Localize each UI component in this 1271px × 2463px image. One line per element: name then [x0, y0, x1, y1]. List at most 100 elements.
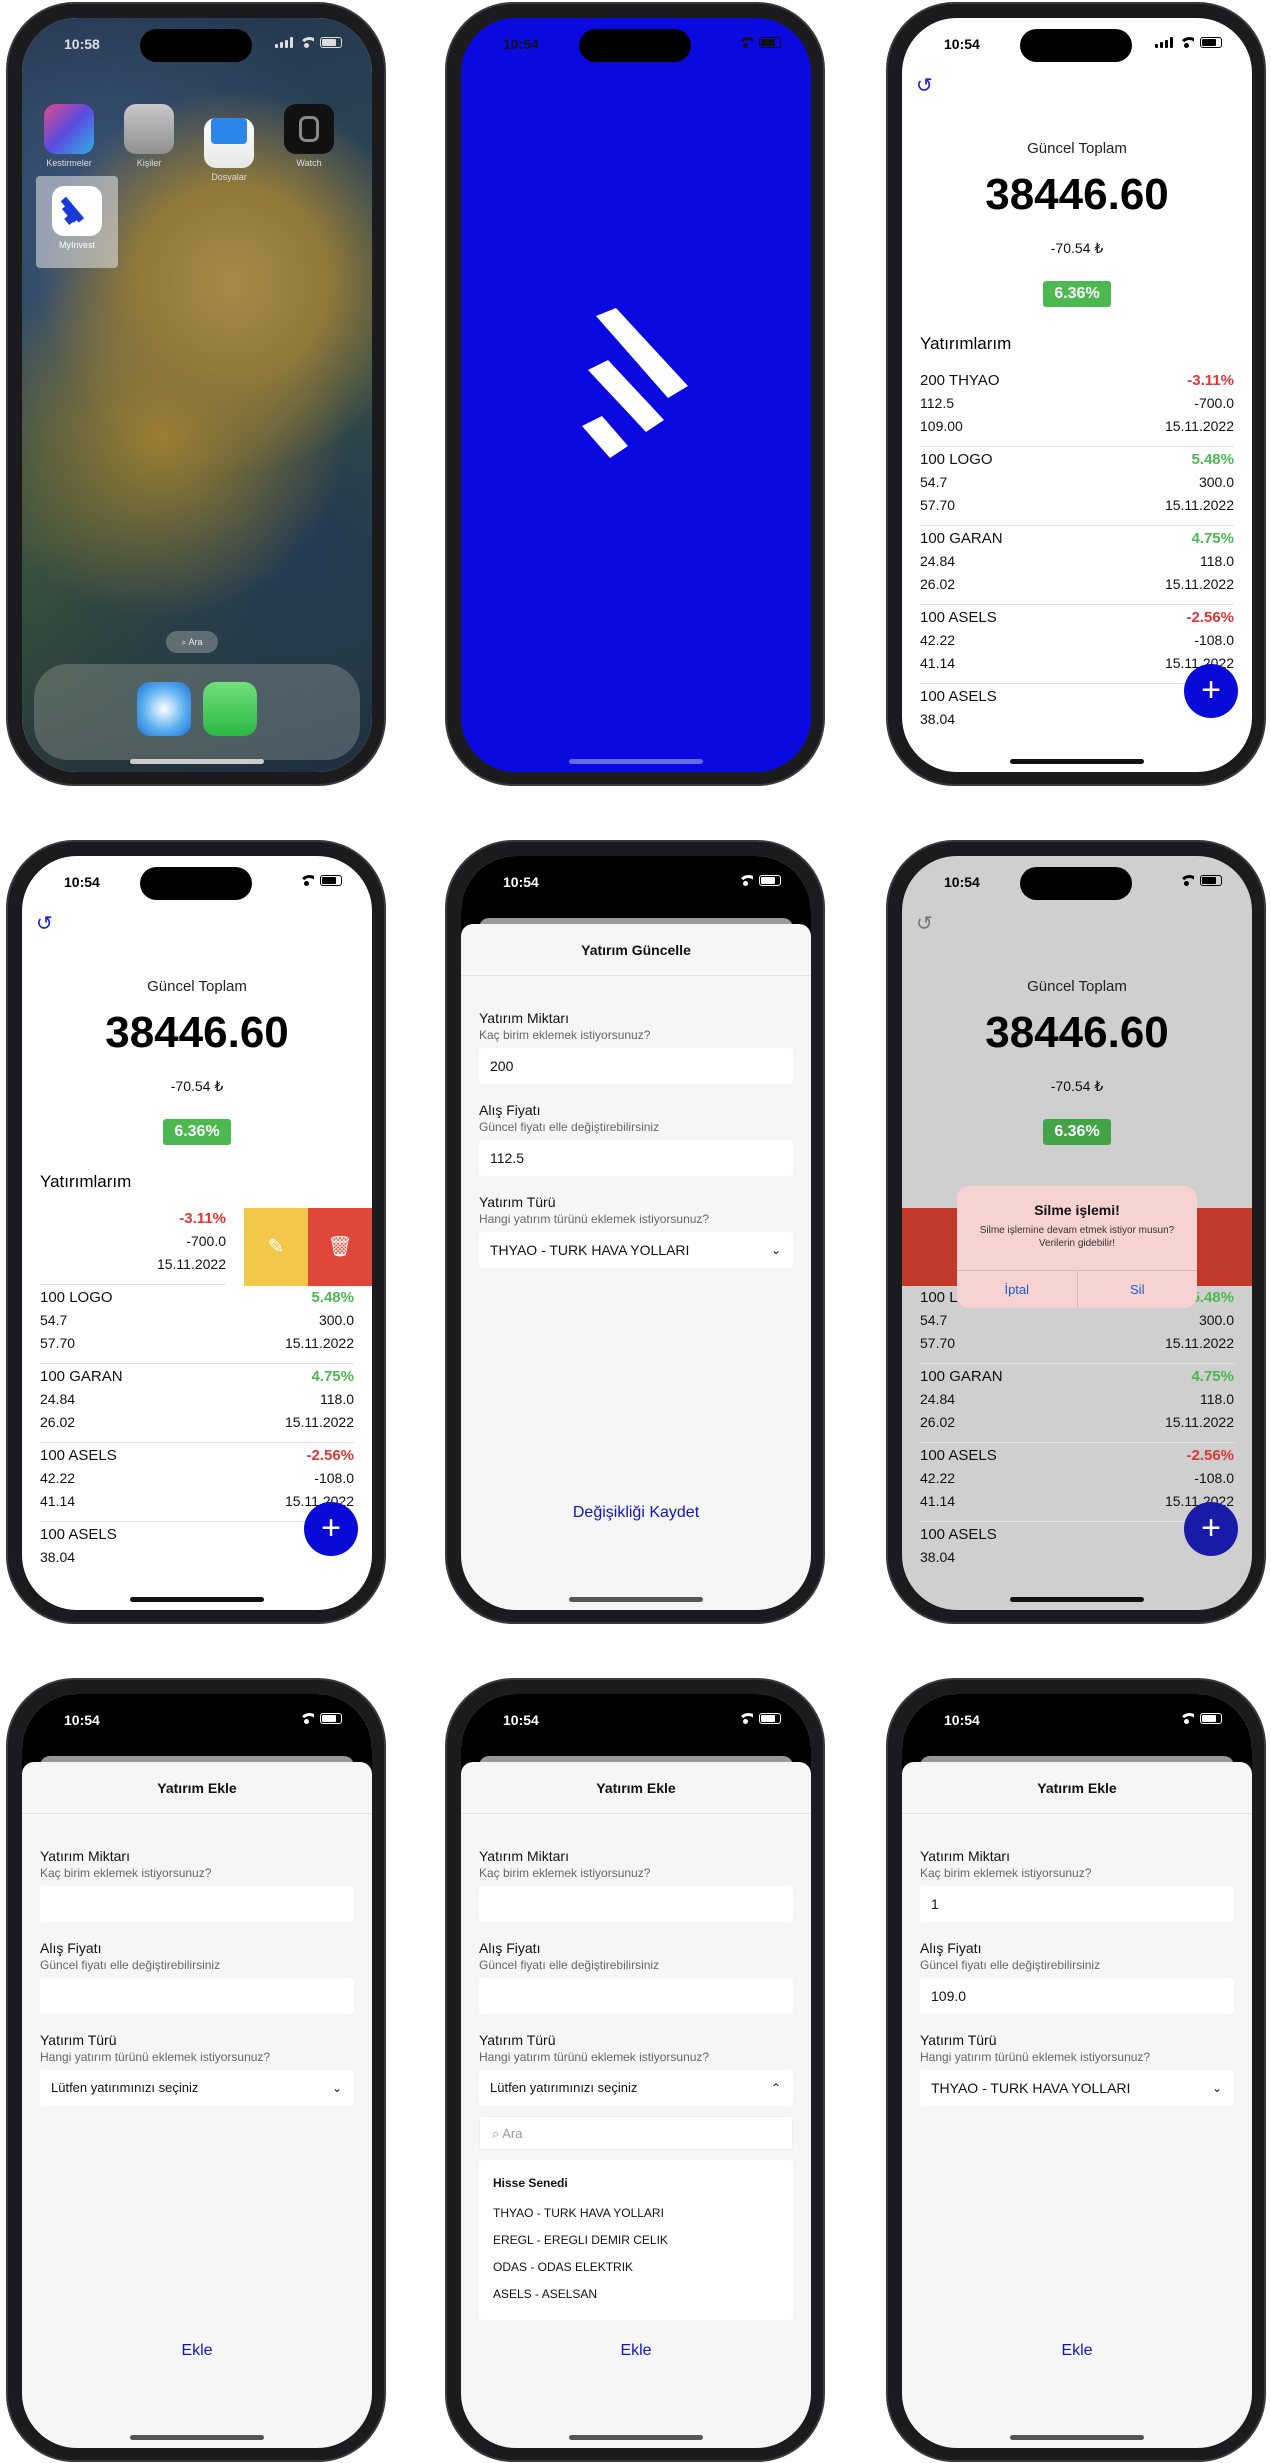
alert-delete-button[interactable]: Sil — [1076, 1271, 1198, 1308]
price-label: Alış Fiyatı — [40, 1940, 102, 1956]
price-label: Alış Fiyatı — [479, 1940, 541, 1956]
add-button[interactable]: Ekle — [22, 2342, 372, 2360]
price-input[interactable]: 112.5 — [479, 1140, 793, 1176]
battery-icon — [320, 37, 342, 48]
home-search-pill[interactable]: ⌕ Ara — [166, 631, 218, 653]
qty-input[interactable]: 1 — [920, 1886, 1234, 1922]
portfolio-percent-badge: 6.36% — [163, 1119, 231, 1145]
home-indicator — [569, 2435, 703, 2440]
delete-action-button[interactable]: 🗑 — [308, 1208, 372, 1286]
dynamic-island — [1020, 29, 1132, 62]
add-button[interactable]: Ekle — [461, 2342, 811, 2360]
dock — [34, 664, 360, 760]
status-time: 10:54 — [503, 36, 539, 52]
app-myinvest[interactable]: MyInvest — [47, 186, 107, 250]
update-investment-screen: 10:54 Yatırım Güncelle Yatırım Miktarı K… — [461, 856, 811, 1610]
app-shortcuts[interactable]: Kestirmeler — [39, 104, 99, 168]
alert-cancel-button[interactable]: İptal — [957, 1271, 1077, 1308]
myinvest-logo-icon — [582, 308, 688, 458]
wifi-icon — [299, 37, 314, 48]
investment-row-swiped[interactable]: -3.11% -700.0 15.11.2022 — [40, 1206, 226, 1285]
update-sheet: Yatırım Güncelle Yatırım Miktarı Kaç bir… — [461, 924, 811, 1610]
portfolio-percent-badge: 6.36% — [1043, 1119, 1111, 1145]
wifi-icon — [1179, 875, 1194, 886]
portfolio-delta: -70.54 ₺ — [1050, 240, 1104, 256]
trash-icon: 🗑 — [327, 1236, 353, 1258]
save-changes-button[interactable]: Değişikliği Kaydet — [461, 1504, 811, 1522]
edit-action-button[interactable]: ✎ — [244, 1208, 308, 1286]
wifi-icon — [299, 1713, 314, 1724]
portfolio-title: Güncel Toplam — [147, 978, 247, 995]
option-item[interactable]: ASELS - ASELSAN — [493, 2287, 779, 2314]
portfolio-title: Güncel Toplam — [1027, 978, 1127, 995]
myinvest-icon — [52, 186, 102, 236]
splash-screen: 10:54 — [461, 18, 811, 772]
app-contacts[interactable]: Kişiler — [119, 104, 179, 168]
alert-message: Silme işlemine devam etmek istiyor musun… — [979, 1225, 1175, 1249]
app-files[interactable]: Dosyalar — [199, 104, 259, 182]
price-input[interactable] — [479, 1978, 793, 2014]
dynamic-island — [579, 1705, 691, 1738]
investment-row[interactable]: 100 LOGO5.48%54.7300.057.7015.11.2022 — [920, 447, 1234, 526]
portfolio-total: 38446.60 — [105, 1008, 289, 1057]
option-item[interactable]: THYAO - TURK HAVA YOLLARI — [493, 2206, 779, 2233]
type-select[interactable]: THYAO - TURK HAVA YOLLARI ⌄ — [920, 2070, 1234, 2106]
edit-icon: ✎ — [267, 1236, 285, 1258]
type-select[interactable]: Lütfen yatırımınızı seçiniz ⌄ — [40, 2070, 354, 2106]
qty-hint: Kaç birim eklemek istiyorsunuz? — [479, 1028, 651, 1042]
messages-icon[interactable] — [203, 682, 257, 736]
refresh-icon[interactable]: ↺ — [36, 914, 56, 934]
sheet-title: Yatırım Ekle — [22, 1762, 372, 1814]
wifi-icon — [738, 1713, 753, 1724]
price-input[interactable] — [40, 1978, 354, 2014]
home-screen: 10:58 Kestirmeler Kişiler Dosyalar Watch… — [22, 18, 372, 772]
add-investment-dropdown-screen: 10:54 Yatırım Ekle Yatırım Miktarı Kaç b… — [461, 1694, 811, 2448]
home-indicator — [1010, 759, 1144, 764]
app-watch[interactable]: Watch — [279, 104, 339, 168]
add-investment-button[interactable]: + — [1184, 1502, 1238, 1556]
phone-frame-splash: 10:54 — [445, 2, 825, 786]
type-select[interactable]: Lütfen yatırımınızı seçiniz ⌃ — [479, 2070, 793, 2106]
qty-input[interactable] — [40, 1886, 354, 1922]
dynamic-island — [579, 29, 691, 62]
option-item[interactable]: ODAS - ODAS ELEKTRIK — [493, 2260, 779, 2287]
add-investment-button[interactable]: + — [1184, 664, 1238, 718]
wifi-icon — [1179, 1713, 1194, 1724]
dynamic-island — [579, 867, 691, 900]
investment-row[interactable]: 100 LOGO5.48%54.7300.057.7015.11.2022 — [40, 1285, 354, 1364]
add-sheet: Yatırım Ekle Yatırım Miktarı Kaç birim e… — [22, 1762, 372, 2448]
investment-row[interactable]: 100 GARAN 4.75% 24.84 118.0 26.02 15.11.2022 — [920, 1364, 1234, 1443]
add-button[interactable]: Ekle — [902, 2342, 1252, 2360]
refresh-icon[interactable]: ↺ — [916, 76, 936, 96]
signal-icon — [275, 37, 293, 48]
dynamic-island — [140, 1705, 252, 1738]
qty-label: Yatırım Miktarı — [40, 1848, 130, 1864]
phone-frame-add-dropdown: 10:54 Yatırım Ekle Yatırım Miktarı Kaç b… — [445, 1678, 825, 2462]
portfolio-delete-screen: 10:54 ↺ Güncel Toplam 38446.60 -70.54 ₺ … — [902, 856, 1252, 1610]
type-select[interactable]: THYAO - TURK HAVA YOLLARI ⌄ — [479, 1232, 793, 1268]
battery-icon — [1200, 37, 1222, 48]
investment-row[interactable]: 100 GARAN 4.75% 24.84 118.0 26.02 15.11.2022 — [920, 526, 1234, 605]
status-time: 10:58 — [64, 36, 100, 52]
price-hint: Güncel fiyatı elle değiştirebilirsiniz — [479, 1120, 660, 1134]
price-input[interactable]: 109.0 — [920, 1978, 1234, 2014]
add-investment-button[interactable]: + — [304, 1502, 358, 1556]
option-item[interactable]: EREGL - EREGLI DEMIR CELIK — [493, 2233, 779, 2260]
investment-row[interactable]: 100 ASELS -2.56% 42.22 -108.0 41.14 15.11.202… — [920, 605, 1234, 684]
status-time: 10:54 — [503, 874, 539, 890]
investment-row[interactable]: 200 THYAO -3.11% 112.5 -700.0 109.00 15.11.20… — [920, 368, 1234, 447]
qty-input[interactable]: 200 — [479, 1048, 793, 1084]
refresh-icon[interactable]: ↺ — [916, 914, 936, 934]
investments-heading: Yatırımlarım — [40, 1172, 132, 1191]
option-list: Hisse Senedi THYAO - TURK HAVA YOLLARI E… — [479, 2160, 793, 2320]
price-label: Alış Fiyatı — [479, 1102, 541, 1118]
investment-row[interactable]: 100 ASELS -2.56% 42.22 -108.0 41.14 15.11.202… — [40, 1443, 354, 1522]
battery-icon — [1200, 1713, 1222, 1724]
qty-input[interactable] — [479, 1886, 793, 1922]
option-search-input[interactable]: ⌕ Ara — [479, 2116, 793, 2150]
sheet-title: Yatırım Ekle — [461, 1762, 811, 1814]
add-investment-screen: 10:54 Yatırım Ekle Yatırım Miktarı Kaç b… — [22, 1694, 372, 2448]
safari-icon[interactable] — [137, 682, 191, 736]
investment-row[interactable]: 100 GARAN 4.75% 24.84 118.0 26.02 15.11.2022 — [40, 1364, 354, 1443]
investment-row[interactable]: 100 ASELS -2.56% 42.22 -108.0 41.14 15.11.202… — [920, 1443, 1234, 1522]
